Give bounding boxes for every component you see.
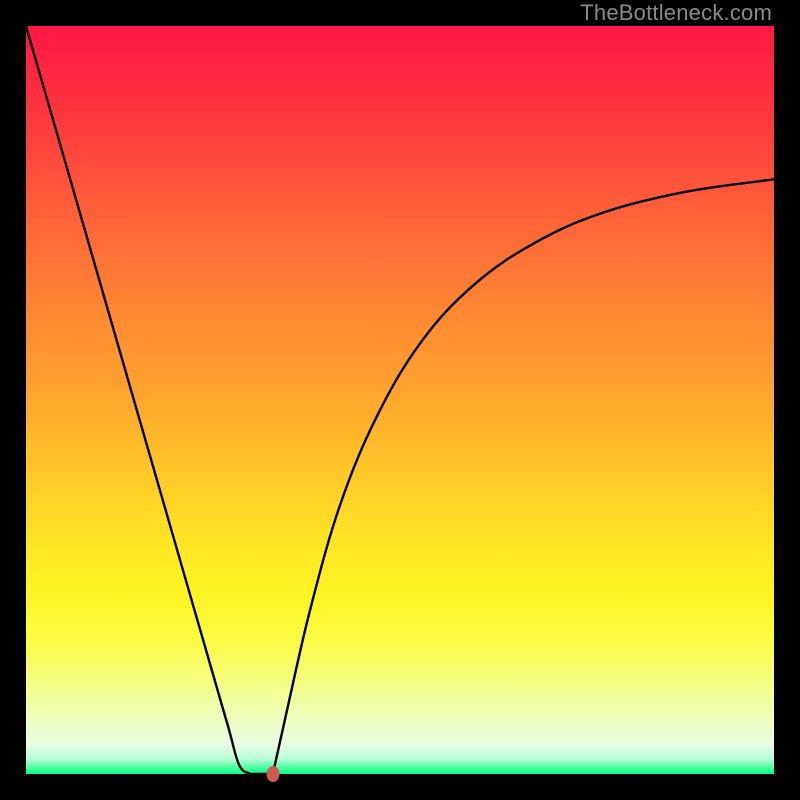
minimum-marker [266, 766, 279, 782]
watermark-text: TheBottleneck.com [580, 0, 772, 26]
chart-frame: TheBottleneck.com [0, 0, 800, 800]
curve-path [26, 26, 774, 779]
bottleneck-curve [26, 26, 774, 774]
